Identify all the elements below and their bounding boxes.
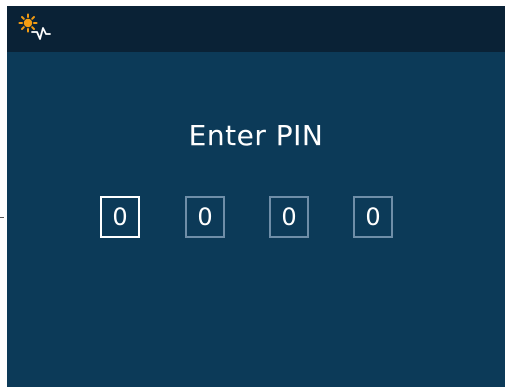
status-bar	[7, 6, 505, 52]
edge-marker	[0, 217, 4, 218]
sun-heartbeat-icon	[18, 13, 51, 40]
pin-digit-3[interactable]: 0	[269, 196, 309, 238]
pin-digit-4[interactable]: 0	[353, 196, 393, 238]
pin-digit-1[interactable]: 0	[100, 196, 140, 238]
pin-digit-2[interactable]: 0	[185, 196, 225, 238]
pin-entry: 0 0 0 0	[100, 196, 400, 242]
device-screen: Enter PIN 0 0 0 0	[7, 6, 505, 387]
pin-title: Enter PIN	[188, 119, 324, 152]
